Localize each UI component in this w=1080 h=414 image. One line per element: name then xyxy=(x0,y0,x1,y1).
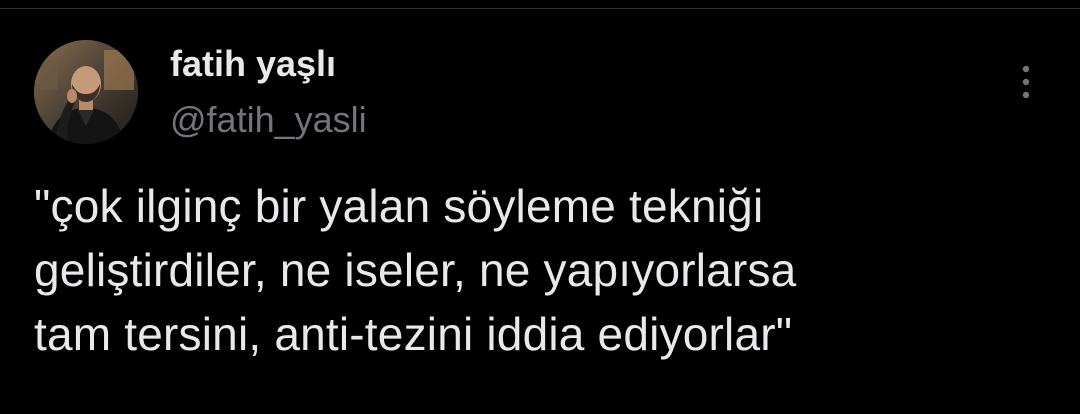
author-display-name[interactable]: fatih yaşlı xyxy=(170,40,336,88)
tweet-text: "çok ilginç bir yalan söyleme tekniği ge… xyxy=(34,180,797,360)
more-options-button[interactable] xyxy=(1006,60,1046,104)
avatar-photo-icon xyxy=(34,40,138,144)
tweet-card[interactable]: fatih yaşlı @fatih_yasli "çok ilginç bir… xyxy=(0,0,1080,414)
more-vertical-icon xyxy=(1022,65,1030,99)
avatar[interactable] xyxy=(34,40,138,144)
author-handle[interactable]: @fatih_yasli xyxy=(170,96,367,144)
